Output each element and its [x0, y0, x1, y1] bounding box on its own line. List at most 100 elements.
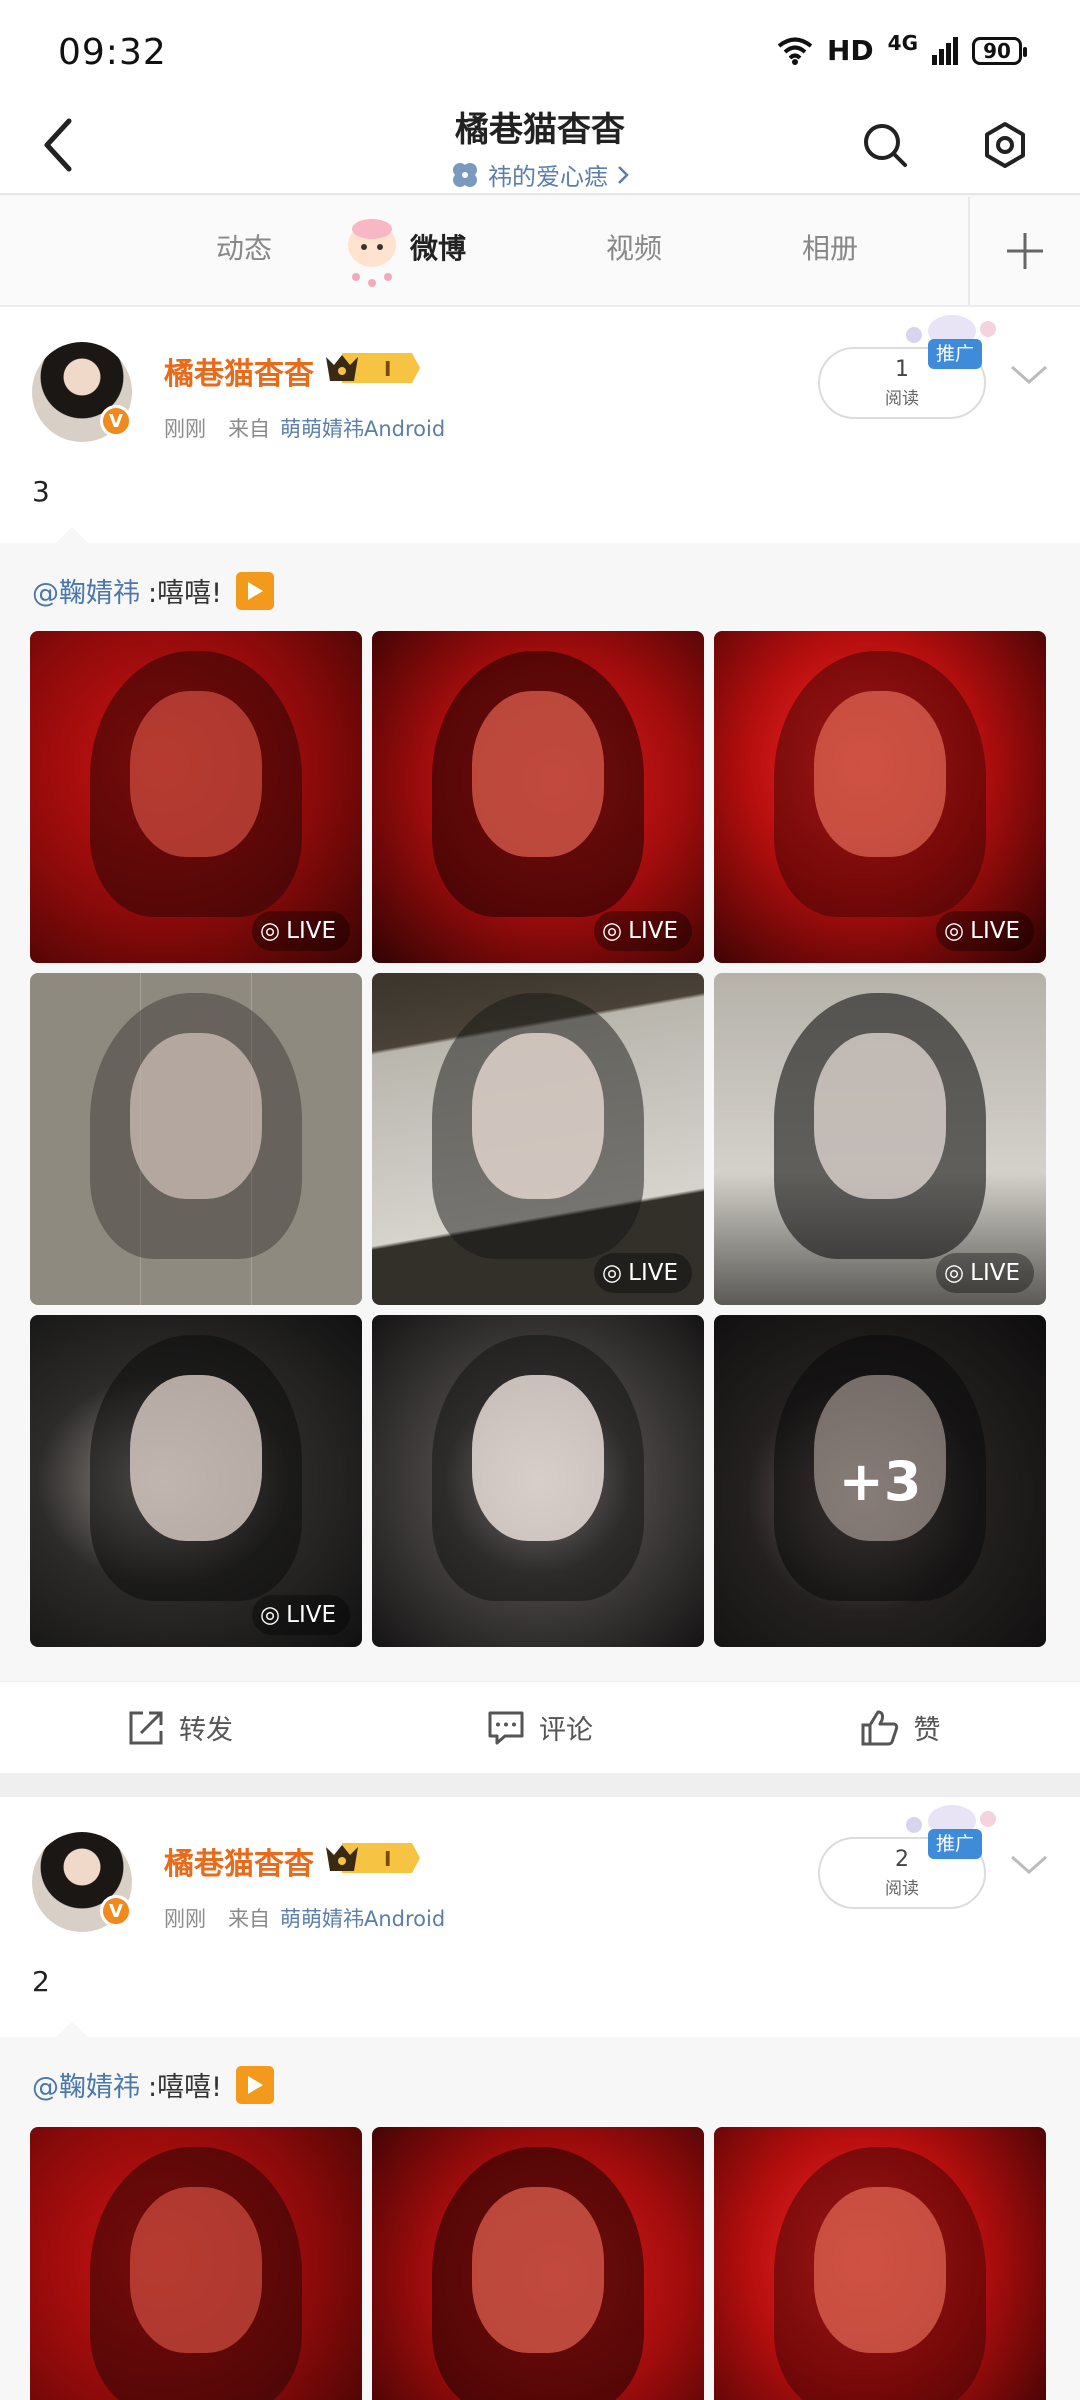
post-meta: 刚刚 来自 萌萌婧祎Android — [164, 413, 445, 443]
status-time: 09:32 — [58, 32, 167, 73]
mention-link[interactable]: @鞠婧祎 — [32, 2065, 140, 2104]
like-label: 赞 — [913, 1715, 941, 1746]
live-badge: ◎ LIVE — [594, 911, 692, 951]
battery-icon: 90 — [972, 36, 1027, 65]
status-icons: HD 4G 90 — [777, 30, 1027, 67]
battery-level: 90 — [983, 38, 1011, 63]
repost-text: @鞠婧祎 :嘻嘻! — [32, 2065, 274, 2104]
profile-tabs: 动态 微博 视频 相册 — [0, 197, 1080, 307]
repost-block[interactable]: @鞠婧祎 :嘻嘻! ◎ LIVE ◎ LIVE ◎ LIVE ◎ LIVE ◎ LIVE — [0, 527, 1080, 1681]
post-source[interactable]: 萌萌婧祎Android — [280, 417, 445, 441]
live-icon: ◎ — [260, 1602, 281, 1628]
photo-2[interactable]: ◎ LIVE — [372, 631, 704, 963]
search-button[interactable] — [850, 110, 920, 180]
photo-5[interactable]: ◎ LIVE — [372, 973, 704, 1305]
read-label: 阅读 — [885, 1879, 919, 1899]
post-source[interactable]: 萌萌婧祎Android — [280, 1907, 445, 1931]
play-emoji-icon — [235, 2065, 274, 2104]
photo-7[interactable]: ◎ LIVE — [30, 1315, 362, 1647]
play-emoji-icon — [235, 571, 274, 610]
post-menu-button[interactable] — [1004, 355, 1054, 395]
promote-badge[interactable]: 推广 — [928, 339, 983, 369]
title-bar: 橘巷猫杳杳 祎的爱心痣 — [0, 100, 1080, 195]
repost-content: :嘻嘻! — [148, 578, 222, 609]
card-divider — [0, 1773, 1080, 1797]
tab-album[interactable]: 相册 — [802, 227, 858, 267]
photo-grid — [30, 2127, 1050, 2400]
plus-icon — [1007, 233, 1043, 269]
vip-badge-icon: I — [326, 1843, 420, 1873]
comment-label: 评论 — [539, 1715, 593, 1746]
post-menu-button[interactable] — [1004, 1845, 1054, 1885]
verified-badge: V — [100, 405, 132, 437]
subtitle-text: 祎的爱心痣 — [488, 163, 608, 191]
tab-dynamic[interactable]: 动态 — [216, 227, 272, 267]
settings-button[interactable] — [970, 110, 1040, 180]
comment-icon — [488, 1711, 524, 1744]
search-icon — [864, 124, 907, 167]
post-time: 刚刚 — [164, 1907, 206, 1931]
photo-8[interactable] — [372, 1315, 704, 1647]
repost-text: @鞠婧祎 :嘻嘻! — [32, 571, 274, 610]
post-card[interactable]: V 橘巷猫杳杳 I 刚刚 来自 萌萌婧祎Android 1 阅读 推广 3 — [0, 307, 1080, 543]
photo-grid: ◎ LIVE ◎ LIVE ◎ LIVE ◎ LIVE ◎ LIVE ◎ LIVE — [30, 631, 1050, 1647]
post-text: 2 — [32, 1965, 50, 1998]
subtitle-link[interactable]: 祎的爱心痣 — [450, 157, 630, 192]
more-photos-count: +3 — [838, 1449, 922, 1513]
clover-icon — [453, 162, 477, 187]
repost-content: :嘻嘻! — [148, 2072, 222, 2103]
photo-1[interactable]: ◎ LIVE — [30, 631, 362, 963]
post-time: 刚刚 — [164, 417, 206, 441]
post-card[interactable]: V 橘巷猫杳杳 I 刚刚 来自 萌萌婧祎Android 2 阅读 推广 2 — [0, 1797, 1080, 2037]
live-badge: ◎ LIVE — [252, 1595, 350, 1635]
live-badge: ◎ LIVE — [936, 911, 1034, 951]
live-badge: ◎ LIVE — [936, 1253, 1034, 1293]
mascot-icon — [348, 219, 396, 287]
verified-badge: V — [100, 1895, 132, 1927]
username[interactable]: 橘巷猫杳杳 — [164, 1839, 314, 1883]
chevron-down-icon — [1011, 365, 1047, 385]
live-icon: ◎ — [602, 1260, 623, 1286]
network-label: HD — [826, 34, 874, 67]
photo-9[interactable]: +3 — [714, 1315, 1046, 1647]
live-icon: ◎ — [944, 918, 965, 944]
wifi-icon — [777, 37, 813, 65]
promote-badge[interactable]: 推广 — [928, 1829, 983, 1859]
live-icon: ◎ — [260, 918, 281, 944]
read-label: 阅读 — [885, 389, 919, 409]
signal-icon — [932, 36, 958, 65]
tab-video[interactable]: 视频 — [606, 227, 662, 267]
photo-1[interactable] — [30, 2127, 362, 2400]
mention-link[interactable]: @鞠婧祎 — [32, 571, 140, 610]
add-tab-button[interactable] — [968, 197, 1080, 305]
share-icon — [129, 1711, 163, 1744]
photo-3[interactable] — [714, 2127, 1046, 2400]
signal-type: 4G — [887, 30, 918, 55]
live-badge: ◎ LIVE — [594, 1253, 692, 1293]
like-button[interactable]: 赞 — [720, 1682, 1080, 1773]
post-meta: 刚刚 来自 萌萌婧祎Android — [164, 1903, 445, 1933]
photo-6[interactable]: ◎ LIVE — [714, 973, 1046, 1305]
comment-button[interactable]: 评论 — [360, 1682, 720, 1773]
from-label: 来自 — [228, 1907, 270, 1931]
tab-weibo[interactable]: 微博 — [410, 227, 466, 267]
post-text: 3 — [32, 475, 50, 508]
username[interactable]: 橘巷猫杳杳 — [164, 349, 314, 393]
vip-level: I — [384, 357, 391, 381]
repost-button[interactable]: 转发 — [0, 1682, 360, 1773]
vip-level: I — [384, 1847, 391, 1871]
photo-2[interactable] — [372, 2127, 704, 2400]
photo-4[interactable] — [30, 973, 362, 1305]
thumbs-up-icon — [861, 1710, 898, 1745]
live-badge: ◎ LIVE — [252, 911, 350, 951]
vip-badge-icon: I — [326, 353, 420, 383]
photo-3[interactable]: ◎ LIVE — [714, 631, 1046, 963]
gear-icon — [985, 122, 1025, 168]
status-bar: 09:32 HD 4G 90 — [0, 0, 1080, 100]
live-icon: ◎ — [944, 1260, 965, 1286]
live-icon: ◎ — [602, 918, 623, 944]
repost-block[interactable]: @鞠婧祎 :嘻嘻! — [0, 2021, 1080, 2400]
post-action-bar: 转发 评论 赞 — [0, 1681, 1080, 1773]
from-label: 来自 — [228, 417, 270, 441]
repost-label: 转发 — [179, 1715, 233, 1746]
